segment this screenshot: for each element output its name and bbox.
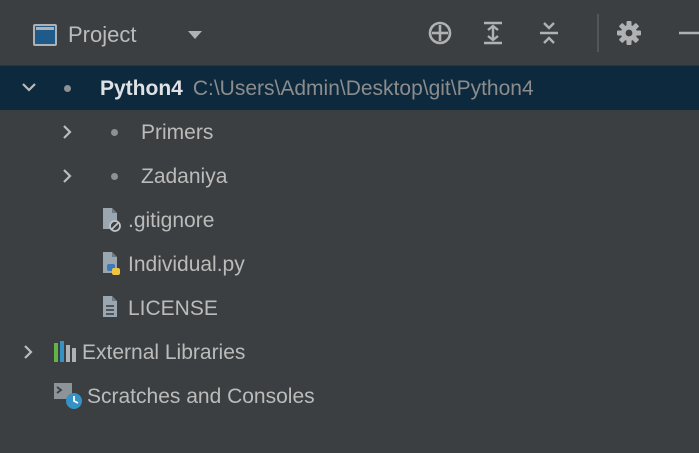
tree-item-license[interactable]: LICENSE bbox=[0, 286, 699, 330]
tree-item-external-libraries[interactable]: External Libraries bbox=[0, 330, 699, 374]
tree-item-primers[interactable]: Primers bbox=[0, 110, 699, 154]
toolbar-separator bbox=[597, 14, 599, 52]
tree-item-label: .gitignore bbox=[128, 209, 215, 232]
tree-item-label: Python4 C:\Users\Admin\Desktop\git\Python… bbox=[100, 76, 534, 102]
chevron-down-icon[interactable] bbox=[188, 31, 202, 39]
project-view-icon bbox=[33, 24, 57, 46]
project-title[interactable]: Project bbox=[68, 21, 136, 49]
chevron-right-icon[interactable] bbox=[19, 330, 39, 374]
text-file-icon bbox=[103, 296, 117, 317]
chevron-right-icon[interactable] bbox=[58, 110, 78, 154]
tree-item-gitignore[interactable]: .gitignore bbox=[0, 198, 699, 242]
chevron-down-icon[interactable] bbox=[19, 66, 39, 110]
module-icon bbox=[111, 173, 118, 180]
module-icon bbox=[111, 129, 118, 136]
tree-item-python4[interactable]: Python4 C:\Users\Admin\Desktop\git\Python… bbox=[0, 66, 699, 110]
library-icon bbox=[54, 341, 76, 362]
tree-item-individual-py[interactable]: Individual.py bbox=[0, 242, 699, 286]
tree-item-label: Scratches and Consoles bbox=[87, 385, 315, 408]
tree-item-label: Individual.py bbox=[128, 253, 245, 276]
python-file-icon bbox=[103, 252, 120, 275]
project-path: C:\Users\Admin\Desktop\git\Python4 bbox=[192, 77, 534, 100]
collapse-all-icon[interactable] bbox=[536, 20, 562, 46]
project-name: Python4 bbox=[100, 77, 183, 100]
chevron-right-icon[interactable] bbox=[58, 154, 78, 198]
tree-item-label: Primers bbox=[141, 121, 214, 144]
project-tool-window: Project Python4 C:\Users\Admin\Desktop\g… bbox=[0, 0, 699, 453]
select-opened-file-icon[interactable] bbox=[427, 20, 453, 46]
hide-icon[interactable] bbox=[676, 20, 699, 46]
expand-all-icon[interactable] bbox=[480, 20, 506, 46]
tree-item-label: LICENSE bbox=[128, 297, 218, 320]
project-header: Project bbox=[0, 0, 699, 66]
tree-item-scratches[interactable]: Scratches and Consoles bbox=[0, 374, 699, 418]
module-icon bbox=[64, 85, 71, 92]
gear-icon[interactable] bbox=[616, 20, 642, 46]
tree-item-label: Zadaniya bbox=[141, 165, 228, 188]
ignored-file-icon bbox=[103, 208, 121, 232]
tree-item-zadaniya[interactable]: Zadaniya bbox=[0, 154, 699, 198]
scratches-icon bbox=[54, 383, 82, 409]
tree-item-label: External Libraries bbox=[82, 341, 246, 364]
